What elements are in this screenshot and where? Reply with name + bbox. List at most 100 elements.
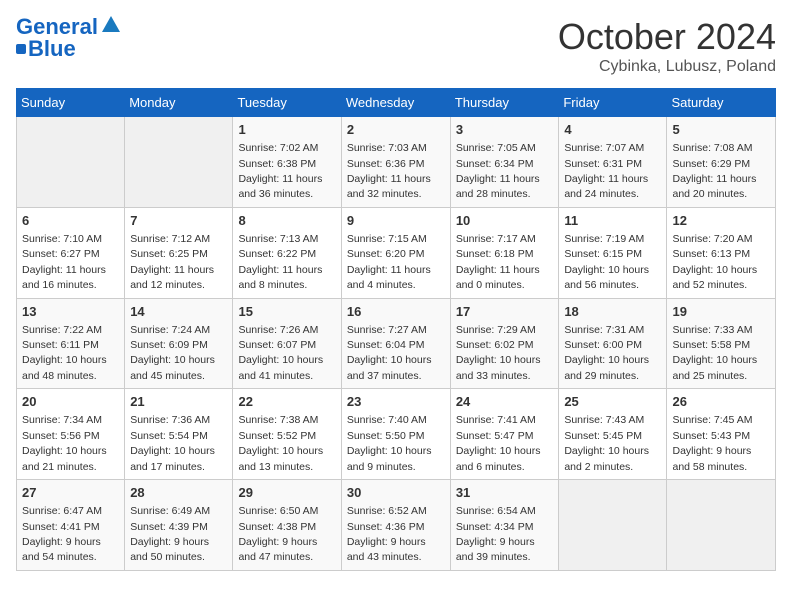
calendar-cell: 14Sunrise: 7:24 AMSunset: 6:09 PMDayligh…: [125, 298, 233, 389]
calendar-cell: 10Sunrise: 7:17 AMSunset: 6:18 PMDayligh…: [450, 207, 559, 298]
day-number: 29: [238, 484, 335, 502]
day-info: Sunrise: 6:49 AMSunset: 4:39 PMDaylight:…: [130, 505, 210, 563]
day-info: Sunrise: 7:13 AMSunset: 6:22 PMDaylight:…: [238, 233, 322, 291]
day-info: Sunrise: 6:52 AMSunset: 4:36 PMDaylight:…: [347, 505, 427, 563]
logo-icon: [100, 14, 122, 36]
day-number: 5: [672, 121, 770, 139]
day-number: 13: [22, 303, 119, 321]
calendar-cell: 6 Sunrise: 7:10 AMSunset: 6:27 PMDaylight…: [17, 207, 125, 298]
month-title: October 2024: [558, 16, 776, 58]
location: Cybinka, Lubusz, Poland: [558, 58, 776, 76]
day-number: 3: [456, 121, 554, 139]
calendar-table: SundayMondayTuesdayWednesdayThursdayFrid…: [16, 88, 776, 571]
day-info: Sunrise: 7:38 AMSunset: 5:52 PMDaylight:…: [238, 414, 323, 472]
day-info: Sunrise: 7:33 AMSunset: 5:58 PMDaylight:…: [672, 324, 757, 382]
day-info: Sunrise: 7:17 AMSunset: 6:18 PMDaylight:…: [456, 233, 540, 291]
day-number: 11: [564, 212, 661, 230]
calendar-cell: 24Sunrise: 7:41 AMSunset: 5:47 PMDayligh…: [450, 389, 559, 480]
day-info: Sunrise: 7:10 AMSunset: 6:27 PMDaylight:…: [22, 233, 106, 291]
day-number: 25: [564, 393, 661, 411]
day-info: Sunrise: 7:22 AMSunset: 6:11 PMDaylight:…: [22, 324, 107, 382]
day-number: 19: [672, 303, 770, 321]
calendar-cell: 22 Sunrise: 7:38 AMSunset: 5:52 PMDayligh…: [233, 389, 341, 480]
day-info: Sunrise: 7:36 AMSunset: 5:54 PMDaylight:…: [130, 414, 215, 472]
day-info: Sunrise: 7:12 AMSunset: 6:25 PMDaylight:…: [130, 233, 214, 291]
day-info: Sunrise: 7:27 AMSunset: 6:04 PMDaylight:…: [347, 324, 432, 382]
day-number: 4: [564, 121, 661, 139]
day-number: 27: [22, 484, 119, 502]
day-number: 15: [238, 303, 335, 321]
day-info: Sunrise: 7:43 AMSunset: 5:45 PMDaylight:…: [564, 414, 649, 472]
calendar-cell: 1Sunrise: 7:02 AMSunset: 6:38 PMDaylight…: [233, 117, 341, 208]
calendar-cell: 23 Sunrise: 7:40 AMSunset: 5:50 PMDayligh…: [341, 389, 450, 480]
logo: General Blue: [16, 16, 122, 60]
day-info: Sunrise: 6:54 AMSunset: 4:34 PMDaylight:…: [456, 505, 536, 563]
calendar-cell: 3 Sunrise: 7:05 AMSunset: 6:34 PMDaylight…: [450, 117, 559, 208]
header-friday: Friday: [559, 89, 667, 117]
day-number: 22: [238, 393, 335, 411]
calendar-cell: 4 Sunrise: 7:07 AMSunset: 6:31 PMDaylight…: [559, 117, 667, 208]
header-tuesday: Tuesday: [233, 89, 341, 117]
day-number: 26: [672, 393, 770, 411]
calendar-cell: 9 Sunrise: 7:15 AMSunset: 6:20 PMDaylight…: [341, 207, 450, 298]
day-info: Sunrise: 7:40 AMSunset: 5:50 PMDaylight:…: [347, 414, 432, 472]
calendar-cell: 25 Sunrise: 7:43 AMSunset: 5:45 PMDayligh…: [559, 389, 667, 480]
calendar-header: SundayMondayTuesdayWednesdayThursdayFrid…: [17, 89, 776, 117]
day-number: 14: [130, 303, 227, 321]
day-info: Sunrise: 7:41 AMSunset: 5:47 PMDaylight:…: [456, 414, 541, 472]
calendar-cell: [125, 117, 233, 208]
day-info: Sunrise: 6:50 AMSunset: 4:38 PMDaylight:…: [238, 505, 318, 563]
day-info: Sunrise: 7:05 AMSunset: 6:34 PMDaylight:…: [456, 142, 540, 200]
day-number: 20: [22, 393, 119, 411]
calendar-cell: 11Sunrise: 7:19 AMSunset: 6:15 PMDayligh…: [559, 207, 667, 298]
header-saturday: Saturday: [667, 89, 776, 117]
header-monday: Monday: [125, 89, 233, 117]
day-info: Sunrise: 7:08 AMSunset: 6:29 PMDaylight:…: [672, 142, 756, 200]
calendar-week-4: 20Sunrise: 7:34 AMSunset: 5:56 PMDayligh…: [17, 389, 776, 480]
calendar-cell: 16 Sunrise: 7:27 AMSunset: 6:04 PMDayligh…: [341, 298, 450, 389]
day-info: Sunrise: 7:15 AMSunset: 6:20 PMDaylight:…: [347, 233, 431, 291]
day-info: Sunrise: 7:07 AMSunset: 6:31 PMDaylight:…: [564, 142, 648, 200]
calendar-cell: 13 Sunrise: 7:22 AMSunset: 6:11 PMDayligh…: [17, 298, 125, 389]
calendar-body: 1Sunrise: 7:02 AMSunset: 6:38 PMDaylight…: [17, 117, 776, 571]
calendar-cell: 7 Sunrise: 7:12 AMSunset: 6:25 PMDaylight…: [125, 207, 233, 298]
calendar-cell: 19 Sunrise: 7:33 AMSunset: 5:58 PMDayligh…: [667, 298, 776, 389]
day-number: 7: [130, 212, 227, 230]
calendar-week-1: 1Sunrise: 7:02 AMSunset: 6:38 PMDaylight…: [17, 117, 776, 208]
day-number: 21: [130, 393, 227, 411]
page-header: General Blue October 2024 Cybinka, Lubus…: [16, 16, 776, 76]
calendar-week-5: 27 Sunrise: 6:47 AMSunset: 4:41 PMDayligh…: [17, 480, 776, 571]
calendar-cell: 15 Sunrise: 7:26 AMSunset: 6:07 PMDayligh…: [233, 298, 341, 389]
calendar-cell: 26Sunrise: 7:45 AMSunset: 5:43 PMDayligh…: [667, 389, 776, 480]
calendar-cell: 21 Sunrise: 7:36 AMSunset: 5:54 PMDayligh…: [125, 389, 233, 480]
day-number: 6: [22, 212, 119, 230]
day-number: 23: [347, 393, 445, 411]
day-number: 8: [238, 212, 335, 230]
day-number: 30: [347, 484, 445, 502]
calendar-cell: 12Sunrise: 7:20 AMSunset: 6:13 PMDayligh…: [667, 207, 776, 298]
calendar-week-2: 6 Sunrise: 7:10 AMSunset: 6:27 PMDaylight…: [17, 207, 776, 298]
calendar-cell: [559, 480, 667, 571]
logo-blue-text: Blue: [28, 38, 76, 60]
calendar-cell: 20Sunrise: 7:34 AMSunset: 5:56 PMDayligh…: [17, 389, 125, 480]
title-area: October 2024 Cybinka, Lubusz, Poland: [558, 16, 776, 76]
header-sunday: Sunday: [17, 89, 125, 117]
day-number: 31: [456, 484, 554, 502]
calendar-cell: 18Sunrise: 7:31 AMSunset: 6:00 PMDayligh…: [559, 298, 667, 389]
calendar-cell: [17, 117, 125, 208]
day-number: 18: [564, 303, 661, 321]
calendar-cell: 31 Sunrise: 6:54 AMSunset: 4:34 PMDayligh…: [450, 480, 559, 571]
day-number: 16: [347, 303, 445, 321]
logo-square: [16, 44, 26, 54]
calendar-cell: 28 Sunrise: 6:49 AMSunset: 4:39 PMDayligh…: [125, 480, 233, 571]
calendar-cell: [667, 480, 776, 571]
day-number: 28: [130, 484, 227, 502]
logo-text: General: [16, 16, 98, 38]
day-info: Sunrise: 7:26 AMSunset: 6:07 PMDaylight:…: [238, 324, 323, 382]
day-info: Sunrise: 7:29 AMSunset: 6:02 PMDaylight:…: [456, 324, 541, 382]
calendar-week-3: 13 Sunrise: 7:22 AMSunset: 6:11 PMDayligh…: [17, 298, 776, 389]
calendar-header-row: SundayMondayTuesdayWednesdayThursdayFrid…: [17, 89, 776, 117]
day-info: Sunrise: 6:47 AMSunset: 4:41 PMDaylight:…: [22, 505, 102, 563]
day-number: 17: [456, 303, 554, 321]
day-number: 9: [347, 212, 445, 230]
